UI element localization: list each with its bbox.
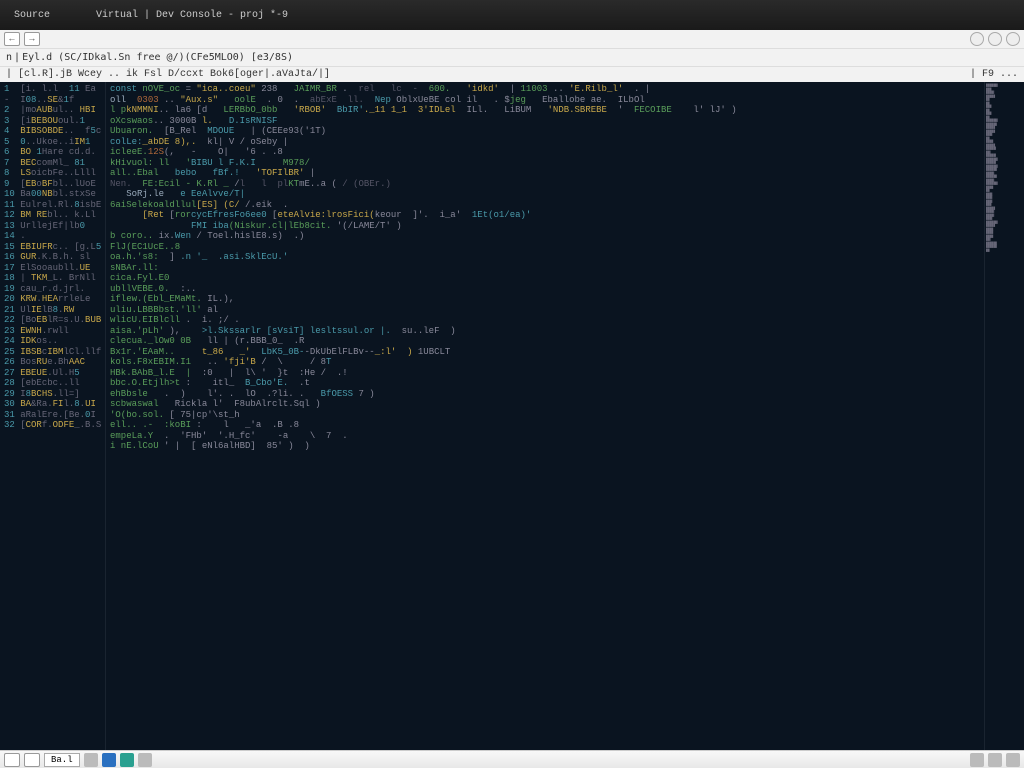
back-button[interactable]: ← [4, 32, 20, 46]
systray-icon-1[interactable] [970, 753, 984, 767]
menu-left[interactable]: | [cl.R].jB Wcey .. ik Fsl D/ccxt Bok6[o… [6, 69, 330, 80]
start-button[interactable] [4, 753, 20, 767]
systray-icon-3[interactable] [1006, 753, 1020, 767]
minimap[interactable]: ██████▌███████▌█████████████████████████… [984, 82, 1024, 750]
quicklaunch-1[interactable] [24, 753, 40, 767]
browser-toolbar: ← → [0, 30, 1024, 48]
editor-area: 1 [i. l.l 11 Ea- I08..SE&1f2 |moAUBul.. … [0, 82, 1024, 750]
line-gutter: 1 [i. l.l 11 Ea- I08..SE&1f2 |moAUBul.. … [0, 82, 105, 750]
path-segment-0: n [6, 52, 12, 63]
close-button[interactable] [1006, 32, 1020, 46]
tray-icon-3[interactable] [120, 753, 134, 767]
tray-magnify-icon[interactable] [138, 753, 152, 767]
systray-icon-2[interactable] [988, 753, 1002, 767]
tray-icon-2[interactable] [102, 753, 116, 767]
forward-button[interactable]: → [24, 32, 40, 46]
title-tab-1[interactable]: Source [6, 8, 58, 23]
code-editor[interactable]: const nOVE_oc = "ica..coeu" 238 JAIMR_BR… [105, 82, 984, 750]
path-segment-1: Eyl.d (SC/IDkal.Sn free @/)(CFe5MLO0) [e… [22, 52, 293, 63]
window-titlebar: Source Virtual | Dev Console - proj *-9 [0, 0, 1024, 30]
tray-icon-1[interactable] [84, 753, 98, 767]
title-tab-2[interactable]: Virtual | Dev Console - proj *-9 [88, 8, 296, 23]
os-taskbar: Ba.l [0, 750, 1024, 768]
menu-bar: | [cl.R].jB Wcey .. ik Fsl D/ccxt Bok6[o… [0, 66, 1024, 82]
minimize-button[interactable] [970, 32, 984, 46]
task-button-1[interactable]: Ba.l [44, 753, 80, 767]
menu-right[interactable]: | F9 ... [970, 69, 1018, 80]
settings-gear-icon[interactable] [988, 32, 1002, 46]
address-bar[interactable]: n | Eyl.d (SC/IDkal.Sn free @/)(CFe5MLO0… [0, 48, 1024, 66]
